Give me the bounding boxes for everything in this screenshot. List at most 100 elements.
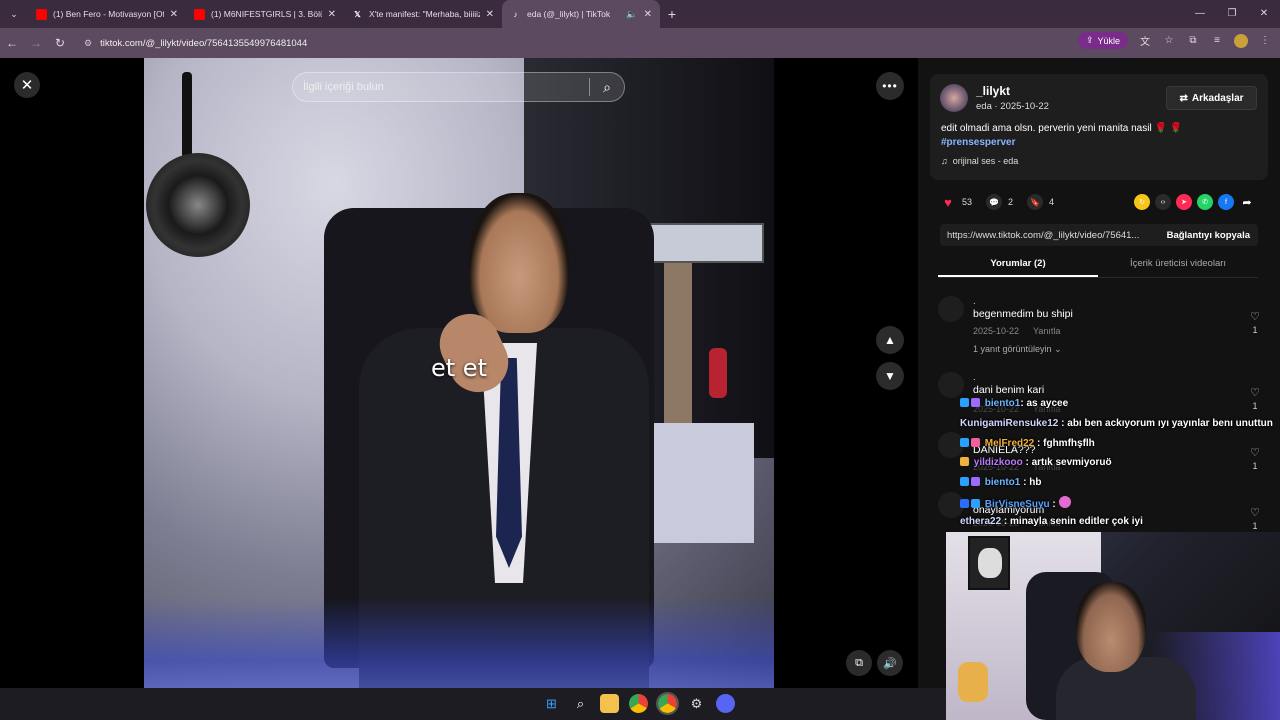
chat-line: yildizkooo : artık sevmiyoruö [960, 457, 1112, 468]
browser-tab-bar: ⌄ (1) Ben Fero - Motivasyon [Offi ✕ (1) … [0, 0, 1280, 28]
close-icon[interactable]: ✕ [14, 72, 40, 98]
close-window-icon[interactable]: ✕ [1248, 0, 1280, 28]
tab-comments[interactable]: Yorumlar (2) [938, 254, 1098, 277]
restore-icon[interactable]: ❐ [1216, 0, 1248, 28]
reload-icon[interactable]: ↻ [48, 36, 72, 50]
close-tab-icon[interactable]: ✕ [170, 9, 178, 20]
url-text: tiktok.com/@_lilykt/video/75641355499764… [100, 37, 308, 49]
chat-line: MelFred22 : fghmfhşflh [960, 438, 1095, 449]
related-search-bar[interactable]: İlgili içeriği bulun ⌕ [292, 72, 625, 102]
close-tab-icon[interactable]: ✕ [644, 9, 652, 20]
url-field[interactable]: ⚙ tiktok.com/@_lilykt/video/756413554997… [78, 32, 1038, 54]
sound-row[interactable]: ♫ orijinal ses - eda [941, 156, 1018, 166]
floating-player-icon[interactable]: ⧉ [846, 650, 872, 676]
translate-icon[interactable]: 文 [1138, 33, 1152, 48]
facebook-icon[interactable]: f [1218, 194, 1234, 210]
copy-link-button[interactable]: Bağlantıyı kopyala [1159, 230, 1258, 241]
save-stat[interactable]: 🔖 4 [1027, 194, 1054, 210]
browser-tab[interactable]: 𝕏 X'te manifest: "Merhaba, biiiiiz ✕ [344, 0, 502, 28]
chat-username: biento1 [984, 398, 1021, 409]
author-username[interactable]: _lilykt [976, 84, 1010, 98]
chat-line: biento1 : hb [960, 477, 1041, 488]
profile-avatar[interactable] [1234, 33, 1248, 48]
hashtag-link[interactable]: #prensesperver [941, 137, 1016, 148]
webcam-person-head [1076, 582, 1146, 672]
chat-username: KunigamiRensuke12 [960, 418, 1059, 429]
windows-start-icon[interactable]: ⊞ [542, 694, 561, 713]
speaker-icon[interactable]: 🔈 [626, 9, 637, 20]
minimize-icon[interactable]: — [1184, 0, 1216, 28]
forward-icon[interactable]: → [24, 36, 48, 50]
tiktok-icon: ♪ [513, 9, 518, 19]
browser-tab[interactable]: (1) M6NIFESTGIRLS | 3. Bölüm ✕ [186, 0, 344, 28]
chat-badge-icon [971, 499, 980, 508]
author-avatar[interactable] [940, 84, 968, 112]
friends-label: Arkadaşlar [1191, 92, 1244, 104]
whatsapp-icon[interactable]: ✆ [1197, 194, 1213, 210]
chat-badge-icon [971, 438, 980, 447]
comment-like[interactable]: ♡ 1 [1250, 310, 1260, 335]
video-player[interactable]: et et İlgili içeriği bulun ⌕ [144, 58, 774, 688]
more-options-icon[interactable]: ••• [876, 72, 904, 100]
x-icon: 𝕏 [354, 9, 361, 19]
search-icon[interactable]: ⌕ [590, 79, 624, 96]
comment-text: begenmedim bu shipi [973, 308, 1073, 320]
chat-badge-icon [971, 477, 980, 486]
video-person-head [469, 193, 569, 333]
new-tab-button[interactable]: + [660, 6, 684, 22]
app-icon[interactable]: ⚙ [687, 694, 706, 713]
commenter-name[interactable]: . [973, 296, 976, 307]
chat-line: biento1: as aycee [960, 398, 1068, 409]
close-tab-icon[interactable]: ✕ [328, 9, 336, 20]
chrome-active-icon[interactable] [656, 692, 679, 715]
sound-label: orijinal ses - eda [952, 156, 1019, 166]
reply-button[interactable]: Yanıtla [1033, 326, 1060, 336]
commenter-avatar[interactable] [938, 372, 964, 398]
discord-icon[interactable] [716, 694, 735, 713]
search-input[interactable]: İlgili içeriği bulun [303, 81, 589, 93]
tab-search-icon[interactable]: ⌄ [0, 0, 28, 28]
tab-creator-videos[interactable]: İçerik üreticisi videoları [1098, 254, 1258, 277]
browser-tab[interactable]: (1) Ben Fero - Motivasyon [Offi ✕ [28, 0, 186, 28]
friends-button[interactable]: ⇄ Arkadaşlar [1166, 86, 1257, 110]
chrome-icon[interactable] [629, 694, 648, 713]
chat-username: yildizkooo [973, 457, 1023, 468]
comment-stat[interactable]: 💬 2 [986, 194, 1013, 210]
webcam-toy [958, 662, 988, 702]
repost-icon[interactable]: ↻ [1134, 194, 1150, 210]
commenter-avatar[interactable] [938, 296, 964, 322]
like-stat[interactable]: ♥ 53 [940, 194, 972, 210]
file-explorer-icon[interactable] [600, 694, 619, 713]
extensions-icon[interactable]: ⧉ [1186, 35, 1200, 46]
chat-badge-icon [960, 457, 969, 466]
chat-message: : fghmfhşflh [1037, 438, 1095, 449]
next-video-icon[interactable]: ▼ [876, 362, 904, 390]
share-arrow-icon[interactable]: ➦ [1239, 194, 1255, 210]
bookmark-star-icon[interactable]: ☆ [1162, 35, 1176, 46]
view-replies-button[interactable]: 1 yanıt görüntüleyin ⌄ [973, 344, 1062, 355]
comment-date: 2025-10-22 [973, 326, 1020, 336]
embed-icon[interactable]: ‹› [1155, 194, 1171, 210]
commenter-name[interactable]: . [973, 372, 976, 383]
comment-like-count: 1 [1252, 325, 1258, 335]
browser-tab-active[interactable]: ♪ eda (@_lilykt) | TikTok 🔈 ✕ [502, 0, 660, 28]
send-icon[interactable]: ➤ [1176, 194, 1192, 210]
upload-button[interactable]: ⇪ Yükle [1077, 32, 1128, 49]
close-tab-icon[interactable]: ✕ [486, 9, 494, 20]
post-info-card: _lilykt eda · 2025-10-22 ⇄ Arkadaşlar ed… [930, 74, 1268, 180]
comment-like[interactable]: ♡ 1 [1250, 386, 1260, 411]
previous-video-icon[interactable]: ▲ [876, 326, 904, 354]
media-control-icon[interactable]: ≡ [1210, 35, 1224, 46]
comment-like[interactable]: ♡ 1 [1250, 506, 1260, 531]
site-settings-icon[interactable]: ⚙ [84, 38, 92, 49]
menu-icon[interactable]: ⋮ [1258, 35, 1272, 46]
taskbar-search-icon[interactable]: ⌕ [571, 694, 590, 713]
video-link-text[interactable]: https://www.tiktok.com/@_lilykt/video/75… [940, 230, 1159, 241]
volume-icon[interactable]: 🔊 [877, 650, 903, 676]
window-controls: — ❐ ✕ [1184, 0, 1280, 28]
upload-icon: ⇪ [1085, 35, 1094, 45]
windows-taskbar: ⊞ ⌕ ⚙ [0, 688, 946, 720]
back-icon[interactable]: ← [0, 36, 24, 50]
comment-like[interactable]: ♡ 1 [1250, 446, 1260, 471]
comment-like-count: 1 [1252, 461, 1258, 471]
